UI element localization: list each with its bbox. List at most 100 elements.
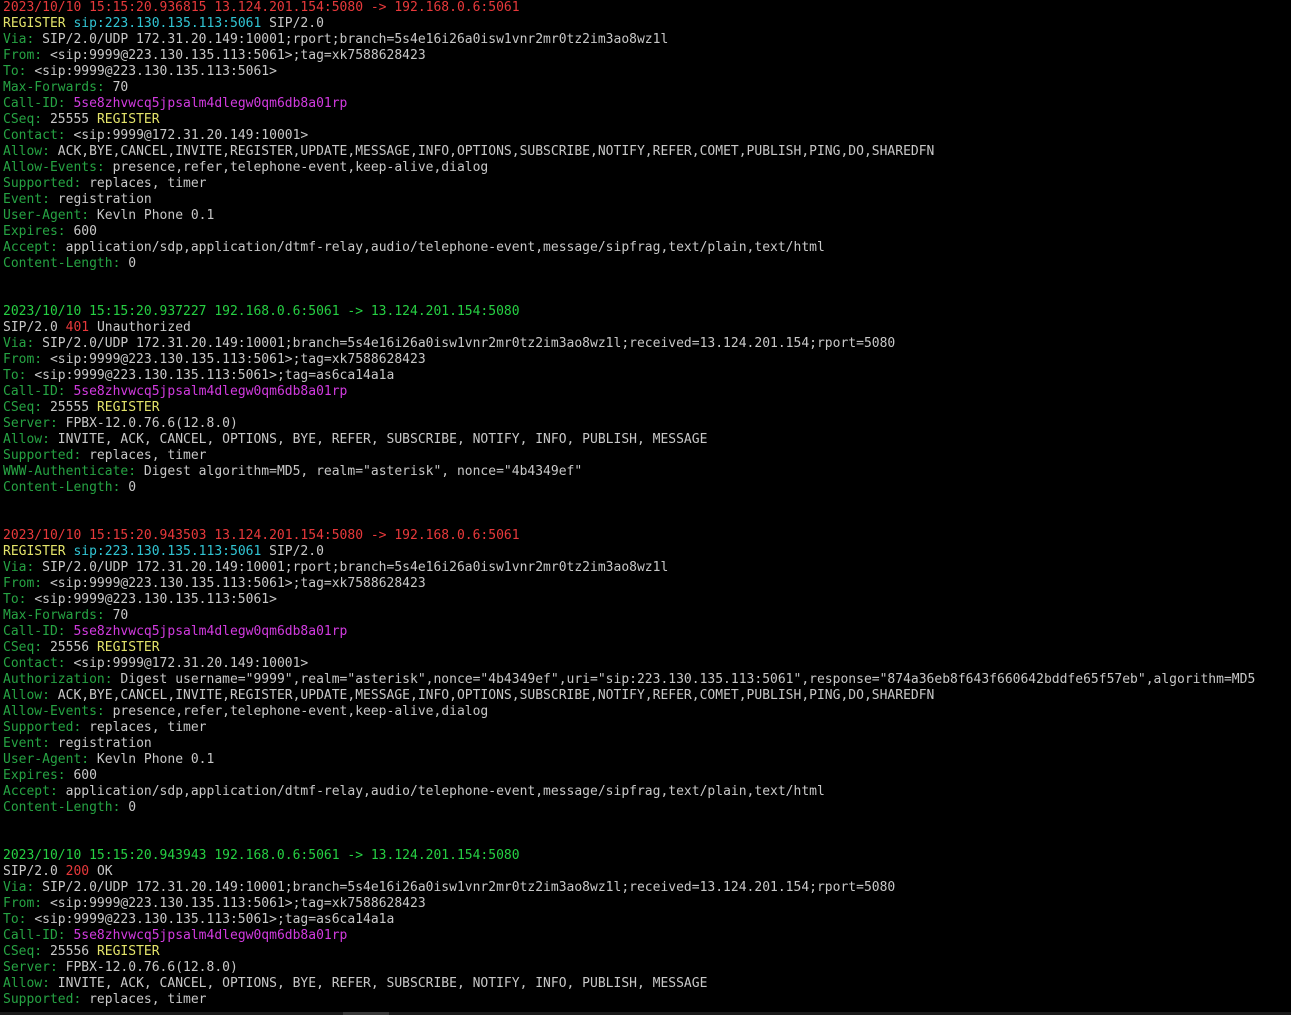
header-value: registration [57, 736, 152, 751]
header-value: FPBX-12.0.76.6(12.8.0) [65, 960, 238, 975]
header-name: CSeq: [3, 944, 43, 959]
sip-header-line: Allow-Events: presence,refer,telephone-e… [3, 704, 1291, 720]
header-value: replaces, timer [89, 720, 207, 735]
sip-header-line: To: <sip:9999@223.130.135.113:5061>;tag=… [3, 912, 1291, 928]
header-name: CSeq: [3, 640, 43, 655]
timestamp-line: 2023/10/10 15:15:20.943943 192.168.0.6:5… [3, 848, 1291, 864]
header-value: 600 [73, 768, 97, 783]
sip-header-line: From: <sip:9999@223.130.135.113:5061>;ta… [3, 576, 1291, 592]
header-value: presence,refer,telephone-event,keep-aliv… [112, 160, 489, 175]
sip-header-line: Server: FPBX-12.0.76.6(12.8.0) [3, 960, 1291, 976]
sip-header-line: Event: registration [3, 736, 1291, 752]
header-name: Allow: [3, 688, 50, 703]
sip-header-line: Allow: ACK,BYE,CANCEL,INVITE,REGISTER,UP… [3, 144, 1291, 160]
header-name: Supported: [3, 992, 82, 1007]
sip-header-line: Supported: replaces, timer [3, 176, 1291, 192]
header-name: To: [3, 912, 27, 927]
cseq-number: 25556 [49, 944, 90, 959]
header-name: From: [3, 352, 43, 367]
sip-header-line: Expires: 600 [3, 224, 1291, 240]
packet-timestamp: 2023/10/10 15:15:20.943943 192.168.0.6:5… [3, 848, 520, 863]
sip-message-block: 2023/10/10 15:15:20.943503 13.124.201.15… [3, 528, 1291, 816]
cseq-method: REGISTER [96, 640, 160, 655]
header-value: 0 [128, 480, 137, 495]
header-value: <sip:9999@172.31.20.149:10001> [73, 128, 309, 143]
sip-header-line: Via: SIP/2.0/UDP 172.31.20.149:10001;bra… [3, 880, 1291, 896]
packet-timestamp: 2023/10/10 15:15:20.943503 13.124.201.15… [3, 528, 520, 543]
terminal-window[interactable]: 2023/10/10 15:15:20.936815 13.124.201.15… [0, 0, 1291, 1015]
sip-header-line: Supported: replaces, timer [3, 448, 1291, 464]
sip-header-line: Contact: <sip:9999@172.31.20.149:10001> [3, 128, 1291, 144]
sip-header-line: Contact: <sip:9999@172.31.20.149:10001> [3, 656, 1291, 672]
header-value: Digest algorithm=MD5, realm="asterisk", … [143, 464, 583, 479]
sip-header-line: Call-ID: 5se8zhvwcq5jpsalm4dlegw0qm6db8a… [3, 624, 1291, 640]
request-uri: sip:223.130.135.113:5061 [73, 16, 262, 31]
header-name: Call-ID: [3, 96, 66, 111]
header-name: Max-Forwards: [3, 608, 105, 623]
header-name: Supported: [3, 448, 82, 463]
header-value: SIP/2.0/UDP 172.31.20.149:10001;rport;br… [42, 32, 669, 47]
status-reason: Unauthorized [96, 320, 191, 335]
sip-header-line: Content-Length: 0 [3, 256, 1291, 272]
sip-header-line: Server: FPBX-12.0.76.6(12.8.0) [3, 416, 1291, 432]
header-name: Call-ID: [3, 624, 66, 639]
header-name: From: [3, 48, 43, 63]
header-value: registration [57, 192, 152, 207]
header-name: Expires: [3, 768, 66, 783]
sip-header-line: User-Agent: Kevln Phone 0.1 [3, 208, 1291, 224]
sip-header-line: Authorization: Digest username="9999",re… [3, 672, 1291, 688]
header-name: Content-Length: [3, 800, 121, 815]
sip-header-line: To: <sip:9999@223.130.135.113:5061> [3, 64, 1291, 80]
start-line: REGISTER sip:223.130.135.113:5061 SIP/2.… [3, 544, 1291, 560]
header-name: Authorization: [3, 672, 113, 687]
start-line: REGISTER sip:223.130.135.113:5061 SIP/2.… [3, 16, 1291, 32]
header-value: application/sdp,application/dtmf-relay,a… [65, 240, 825, 255]
header-value: <sip:9999@223.130.135.113:5061>;tag=xk75… [49, 576, 426, 591]
sip-header-line: Accept: application/sdp,application/dtmf… [3, 240, 1291, 256]
start-line: SIP/2.0 200 OK [3, 864, 1291, 880]
request-method: REGISTER [3, 16, 66, 31]
header-value: <sip:9999@223.130.135.113:5061>;tag=xk75… [49, 352, 426, 367]
sip-header-line: WWW-Authenticate: Digest algorithm=MD5, … [3, 464, 1291, 480]
header-value: replaces, timer [89, 448, 207, 463]
header-name: Accept: [3, 784, 58, 799]
sip-header-line: Call-ID: 5se8zhvwcq5jpsalm4dlegw0qm6db8a… [3, 928, 1291, 944]
header-value: presence,refer,telephone-event,keep-aliv… [112, 704, 489, 719]
header-name: Via: [3, 336, 35, 351]
header-value: Kevln Phone 0.1 [96, 208, 215, 223]
header-name: Event: [3, 192, 50, 207]
header-name: CSeq: [3, 112, 43, 127]
cseq-number: 25556 [49, 640, 90, 655]
header-value: ACK,BYE,CANCEL,INVITE,REGISTER,UPDATE,ME… [57, 688, 935, 703]
packet-timestamp: 2023/10/10 15:15:20.937227 192.168.0.6:5… [3, 304, 520, 319]
header-value: INVITE, ACK, CANCEL, OPTIONS, BYE, REFER… [57, 432, 708, 447]
header-name: Expires: [3, 224, 66, 239]
sip-header-line: From: <sip:9999@223.130.135.113:5061>;ta… [3, 896, 1291, 912]
sip-header-line: User-Agent: Kevln Phone 0.1 [3, 752, 1291, 768]
header-value: application/sdp,application/dtmf-relay,a… [65, 784, 825, 799]
sip-header-line: Content-Length: 0 [3, 800, 1291, 816]
cseq-method: REGISTER [96, 400, 160, 415]
header-name: Content-Length: [3, 480, 121, 495]
sip-version: SIP/2.0 [269, 544, 324, 559]
sip-header-line: Content-Length: 0 [3, 480, 1291, 496]
header-name: Content-Length: [3, 256, 121, 271]
sip-header-line: Allow: INVITE, ACK, CANCEL, OPTIONS, BYE… [3, 976, 1291, 992]
cseq-method: REGISTER [96, 112, 160, 127]
header-value: 0 [128, 800, 137, 815]
header-name: Server: [3, 960, 58, 975]
sip-header-line: From: <sip:9999@223.130.135.113:5061>;ta… [3, 48, 1291, 64]
timestamp-line: 2023/10/10 15:15:20.937227 192.168.0.6:5… [3, 304, 1291, 320]
sip-header-line: Allow: ACK,BYE,CANCEL,INVITE,REGISTER,UP… [3, 688, 1291, 704]
sip-message-block: 2023/10/10 15:15:20.937227 192.168.0.6:5… [3, 304, 1291, 496]
header-name: Via: [3, 32, 35, 47]
header-value: <sip:9999@223.130.135.113:5061> [34, 64, 277, 79]
header-value: 600 [73, 224, 97, 239]
timestamp-line: 2023/10/10 15:15:20.943503 13.124.201.15… [3, 528, 1291, 544]
sip-version: SIP/2.0 [3, 320, 58, 335]
header-value: Kevln Phone 0.1 [96, 752, 215, 767]
